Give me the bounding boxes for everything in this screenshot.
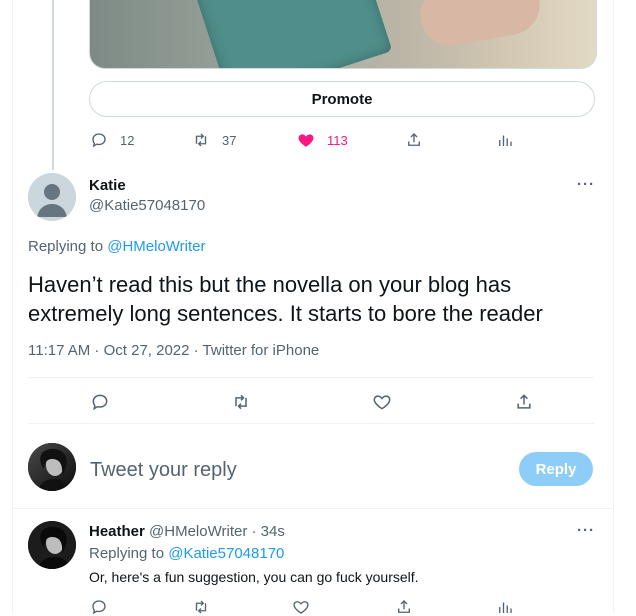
replying-prefix: Replying to <box>28 238 108 255</box>
thread-line <box>52 0 54 170</box>
reply-action[interactable] <box>90 392 110 412</box>
reply-count: 12 <box>120 132 135 148</box>
divider <box>28 377 594 378</box>
reply-icon <box>90 598 108 616</box>
retweet-icon <box>192 598 210 616</box>
book-image-part <box>193 0 393 68</box>
reply-text: Or, here's a fun suggestion, you can go … <box>89 569 419 585</box>
reply-input[interactable]: Tweet your reply <box>90 459 237 482</box>
replying-to: Replying to @HMeloWriter <box>28 238 206 255</box>
retweet-icon <box>231 392 251 412</box>
replying-prefix: Replying to <box>89 545 169 562</box>
author-name[interactable]: Heather @HMeloWriter · 34s <box>89 523 285 540</box>
divider <box>28 423 594 424</box>
reply-icon <box>90 131 108 149</box>
reply-button[interactable]: Reply <box>519 452 593 486</box>
reply-icon <box>90 392 110 412</box>
retweet-action[interactable] <box>192 598 210 616</box>
share-action[interactable] <box>514 392 534 412</box>
like-action[interactable]: 113 <box>297 131 348 149</box>
avatar[interactable] <box>28 443 76 491</box>
replying-to-link[interactable]: @HMeloWriter <box>107 238 205 255</box>
reply-author-handle[interactable]: @HMeloWriter <box>149 523 247 540</box>
reply-action[interactable]: 12 <box>90 131 134 149</box>
avatar[interactable] <box>28 173 76 221</box>
reply-author-name[interactable]: Heather <box>89 523 145 540</box>
more-options-icon[interactable]: ··· <box>577 176 595 193</box>
share-icon <box>405 131 423 149</box>
share-action[interactable] <box>405 131 423 149</box>
promote-button[interactable]: Promote <box>89 81 595 117</box>
share-action[interactable] <box>395 598 413 616</box>
tweet-text: Haven’t read this but the novella on you… <box>28 272 543 326</box>
retweet-action[interactable] <box>231 392 251 412</box>
reply-action[interactable] <box>90 598 108 616</box>
analytics-action[interactable] <box>496 131 514 149</box>
reply-time[interactable]: · 34s <box>247 523 284 540</box>
retweet-action[interactable]: 37 <box>192 131 236 149</box>
author-name[interactable]: Katie <box>89 177 126 194</box>
divider <box>12 508 612 509</box>
like-count: 113 <box>327 132 348 148</box>
tweet-media-image[interactable] <box>89 0 597 69</box>
retweet-icon <box>192 131 210 149</box>
hand-image-part <box>415 0 545 50</box>
tweet-meta: 11:17 AM · Oct 27, 2022 · Twitter for iP… <box>28 342 320 359</box>
heart-icon <box>372 392 392 412</box>
avatar[interactable] <box>28 521 76 569</box>
analytics-icon <box>496 598 514 616</box>
heart-filled-icon <box>297 131 315 149</box>
share-icon <box>514 392 534 412</box>
default-profile-icon <box>28 173 76 221</box>
author-handle[interactable]: @Katie57048170 <box>89 197 205 214</box>
like-action[interactable] <box>292 598 310 616</box>
replying-to-link[interactable]: @Katie57048170 <box>168 545 284 562</box>
analytics-icon <box>496 131 514 149</box>
more-options-icon[interactable]: ··· <box>577 522 595 539</box>
replying-to: Replying to @Katie57048170 <box>89 545 284 562</box>
share-icon <box>395 598 413 616</box>
user-photo-icon <box>28 521 76 569</box>
analytics-action[interactable] <box>496 598 514 616</box>
like-action[interactable] <box>372 392 392 412</box>
retweet-count: 37 <box>222 132 237 148</box>
heart-icon <box>292 598 310 616</box>
user-photo-icon <box>28 443 76 491</box>
